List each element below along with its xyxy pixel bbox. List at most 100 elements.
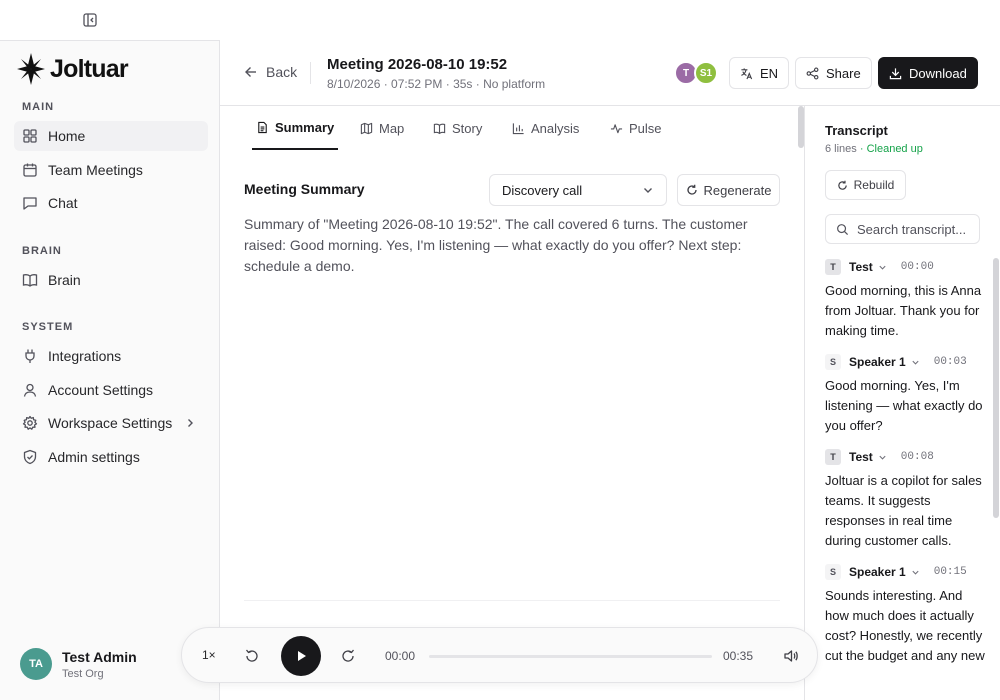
sidebar-item-label: Brain: [48, 272, 81, 288]
summary-text: Summary of "Meeting 2026-08-10 19:52". T…: [244, 216, 748, 274]
play-button[interactable]: [281, 636, 321, 676]
rewind-icon[interactable]: [244, 648, 260, 664]
summary-title: Meeting Summary: [244, 181, 365, 197]
tab-label: Summary: [275, 119, 335, 135]
avatar: S1: [694, 61, 718, 85]
transcript-meta: 6 lines · Cleaned up: [825, 143, 923, 155]
tab-analysis[interactable]: Analysis: [512, 106, 579, 150]
tab-summary[interactable]: Summary: [252, 106, 339, 150]
sidebar: Joltuar MAIN Home Team Meetings Chat BRA…: [0, 40, 220, 700]
sidebar-item-label: Integrations: [48, 348, 122, 364]
section-label-main: MAIN: [22, 101, 55, 113]
transcript-entry[interactable]: S Speaker 1 00:03 Good morning. Yes, I'm…: [825, 353, 985, 436]
chevron-down-icon: [644, 188, 652, 193]
refresh-icon: [686, 184, 697, 195]
layout-grid-icon: [22, 128, 38, 144]
transcript-scrollbar[interactable]: [993, 258, 999, 518]
download-icon: [889, 67, 902, 79]
tab-map[interactable]: Map: [360, 106, 404, 150]
play-icon: [298, 651, 306, 661]
translate-icon: [741, 67, 753, 79]
sidebar-item-admin-settings[interactable]: Admin settings: [14, 442, 208, 472]
sidebar-item-workspace-settings[interactable]: Workspace Settings: [14, 408, 208, 438]
back-button[interactable]: Back: [244, 64, 297, 80]
search-icon: [837, 223, 849, 235]
transcript-title: Transcript: [825, 123, 888, 138]
chevron-down-icon[interactable]: [878, 453, 887, 462]
duration-time: 00:35: [723, 649, 754, 663]
refresh-icon: [837, 180, 847, 190]
rebuild-button[interactable]: Rebuild: [825, 170, 906, 200]
sidebar-item-integrations[interactable]: Integrations: [14, 341, 208, 371]
speaker-badge: T: [825, 449, 841, 465]
section-label-brain: BRAIN: [22, 245, 62, 257]
participants-avatars[interactable]: T S1: [674, 61, 720, 85]
language-button[interactable]: EN: [729, 57, 790, 89]
transcript-entry[interactable]: S Speaker 1 00:15 Sounds interesting. An…: [825, 563, 985, 666]
share-button[interactable]: Share: [795, 57, 872, 89]
sidebar-item-brain[interactable]: Brain: [14, 265, 208, 295]
chevron-down-icon[interactable]: [911, 568, 920, 577]
timestamp[interactable]: 00:08: [901, 451, 934, 463]
user-icon: [22, 382, 38, 398]
user-menu[interactable]: TA Test Admin Test Org: [20, 648, 137, 680]
calendar-icon: [22, 162, 38, 178]
chevron-right-icon: [184, 417, 196, 429]
sidebar-collapse-icon[interactable]: [82, 12, 98, 28]
sidebar-item-team-meetings[interactable]: Team Meetings: [14, 155, 208, 185]
speaker-badge: S: [825, 354, 841, 370]
plug-icon: [22, 348, 38, 364]
sidebar-item-home[interactable]: Home: [14, 121, 208, 151]
chevron-down-icon[interactable]: [878, 263, 887, 272]
transcript-entry[interactable]: T Test 00:00 Good morning, this is Anna …: [825, 258, 985, 341]
volume-icon[interactable]: [783, 648, 799, 664]
bar-chart-icon: [512, 122, 524, 134]
tab-label: Map: [379, 120, 405, 136]
speaker-name[interactable]: Test: [849, 450, 873, 464]
sidebar-item-label: Home: [48, 128, 86, 144]
brand-name: Joltuar: [50, 54, 129, 83]
panel-divider: [804, 106, 805, 700]
speaker-name[interactable]: Test: [849, 260, 873, 274]
sidebar-item-chat[interactable]: Chat: [14, 188, 208, 218]
tab-label: Analysis: [531, 120, 580, 136]
search-input[interactable]: [857, 221, 977, 237]
transcript-text: Joltuar is a copilot for sales teams. It…: [825, 473, 982, 548]
back-label: Back: [266, 64, 298, 80]
speaker-name[interactable]: Speaker 1: [849, 565, 906, 579]
share-label: Share: [826, 65, 861, 81]
progress-slider[interactable]: [429, 655, 712, 658]
avatar: TA: [20, 648, 52, 680]
tab-pulse[interactable]: Pulse: [610, 106, 662, 150]
regenerate-button[interactable]: Regenerate: [677, 174, 780, 206]
speaker-badge: S: [825, 564, 841, 580]
transcript-text: Good morning. Yes, I'm listening — what …: [825, 378, 983, 433]
sidebar-item-account-settings[interactable]: Account Settings: [14, 375, 208, 405]
speaker-badge: T: [825, 259, 841, 275]
transcript-list: T Test 00:00 Good morning, this is Anna …: [825, 258, 985, 700]
user-name: Test Admin: [62, 648, 137, 665]
brand-logo[interactable]: Joltuar: [16, 51, 129, 87]
timestamp[interactable]: 00:00: [901, 261, 934, 273]
download-label: Download: [909, 65, 967, 81]
forward-icon[interactable]: [340, 648, 356, 664]
speaker-name[interactable]: Speaker 1: [849, 355, 906, 369]
share-icon: [806, 67, 819, 79]
sidebar-item-label: Team Meetings: [48, 162, 143, 178]
book-open-icon: [433, 123, 446, 134]
download-button[interactable]: Download: [878, 57, 978, 89]
timestamp[interactable]: 00:03: [934, 356, 967, 368]
playback-speed-button[interactable]: 1×: [202, 648, 216, 662]
user-org: Test Org: [62, 667, 104, 680]
meeting-header: Back Meeting 2026-08-10 19:52 8/10/2026 …: [220, 40, 1000, 106]
activity-icon: [610, 123, 623, 133]
tab-story[interactable]: Story: [433, 106, 482, 150]
sidebar-item-label: Admin settings: [48, 449, 140, 465]
timestamp[interactable]: 00:15: [934, 566, 967, 578]
audio-player: 1× 00:00 00:35: [181, 627, 818, 683]
summary-template-select[interactable]: Discovery call: [489, 174, 667, 206]
sidebar-item-label: Workspace Settings: [48, 415, 173, 431]
chevron-down-icon[interactable]: [911, 358, 920, 367]
transcript-entry[interactable]: T Test 00:08 Joltuar is a copilot for sa…: [825, 448, 985, 551]
tab-label: Pulse: [629, 120, 662, 136]
